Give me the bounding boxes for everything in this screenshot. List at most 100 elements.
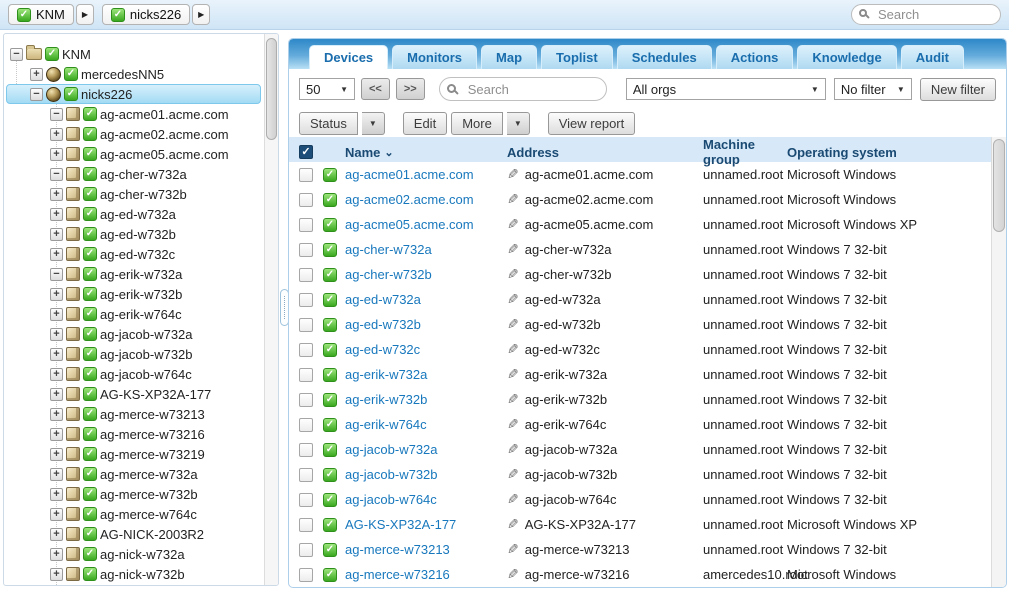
tree-expander-plus[interactable]: + [50, 148, 63, 161]
tab-knowledge[interactable]: Knowledge [797, 45, 896, 69]
status-menu-arrow-icon[interactable]: ▼ [362, 112, 385, 135]
row-checkbox[interactable] [299, 193, 313, 207]
tree-expander-minus[interactable]: − [30, 88, 43, 101]
row-checkbox[interactable] [299, 418, 313, 432]
tab-devices[interactable]: Devices [309, 45, 388, 69]
tree-item-ag-erik-w764c[interactable]: +ag-erik-w764c [4, 304, 263, 324]
row-checkbox[interactable] [299, 243, 313, 257]
edit-pencil-icon[interactable] [507, 541, 519, 558]
edit-pencil-icon[interactable] [507, 391, 519, 408]
tree-expander-plus[interactable]: + [50, 448, 63, 461]
tree-expander-plus[interactable]: + [50, 128, 63, 141]
breadcrumb-nicks226[interactable]: nicks226 [102, 4, 190, 25]
edit-pencil-icon[interactable] [507, 191, 519, 208]
row-checkbox[interactable] [299, 493, 313, 507]
tree-expander-plus[interactable]: + [50, 328, 63, 341]
view-report-button[interactable]: View report [548, 112, 636, 135]
tree-expander-minus[interactable]: − [50, 268, 63, 281]
breadcrumb-knm[interactable]: KNM [8, 4, 74, 25]
tree-expander-plus[interactable]: + [50, 548, 63, 561]
row-checkbox[interactable] [299, 218, 313, 232]
tree-expander-plus[interactable]: + [50, 288, 63, 301]
edit-pencil-icon[interactable] [507, 566, 519, 583]
page-size-select[interactable]: 50 ▼ [299, 78, 355, 100]
tree-item-ag-ed-w732c[interactable]: +ag-ed-w732c [4, 244, 263, 264]
device-name-link[interactable]: ag-ed-w732b [345, 317, 507, 332]
row-checkbox[interactable] [299, 393, 313, 407]
tree-expander-plus[interactable]: + [50, 368, 63, 381]
row-checkbox[interactable] [299, 268, 313, 282]
tree-item-ag-ks-xp32a-177[interactable]: +AG-KS-XP32A-177 [4, 384, 263, 404]
tree-item-ag-merce-w732b[interactable]: +ag-merce-w732b [4, 484, 263, 504]
org-filter-select[interactable]: All orgs ▼ [626, 78, 826, 100]
select-all-checkbox[interactable] [299, 145, 313, 159]
tree-item-ag-jacob-w732b[interactable]: +ag-jacob-w732b [4, 344, 263, 364]
tree-item[interactable]: + [4, 584, 263, 585]
tree-item-ag-merce-w73216[interactable]: +ag-merce-w73216 [4, 424, 263, 444]
tree-expander-plus[interactable]: + [50, 468, 63, 481]
tree-item-ag-nick-w732b[interactable]: +ag-nick-w732b [4, 564, 263, 584]
tree-item-nicks226[interactable]: −nicks226 [4, 84, 263, 104]
tree-item-ag-acme02.acme.com[interactable]: +ag-acme02.acme.com [4, 124, 263, 144]
tab-map[interactable]: Map [481, 45, 537, 69]
device-name-link[interactable]: ag-jacob-w764c [345, 492, 507, 507]
device-name-link[interactable]: ag-cher-w732b [345, 267, 507, 282]
edit-pencil-icon[interactable] [507, 416, 519, 433]
tree-item-knm[interactable]: −KNM [4, 44, 263, 64]
column-header-operating-system[interactable]: Operating system [787, 145, 991, 160]
tree-scrollbar-thumb[interactable] [266, 38, 277, 140]
tree-expander-plus[interactable]: + [50, 188, 63, 201]
device-name-link[interactable]: ag-ed-w732c [345, 342, 507, 357]
previous-page-button[interactable]: << [361, 78, 390, 100]
tree-expander-plus[interactable]: + [50, 348, 63, 361]
tree-expander-plus[interactable]: + [50, 388, 63, 401]
tab-audit[interactable]: Audit [901, 45, 964, 69]
device-name-link[interactable]: ag-jacob-w732b [345, 467, 507, 482]
column-header-address[interactable]: Address [507, 145, 703, 160]
device-name-link[interactable]: AG-KS-XP32A-177 [345, 517, 507, 532]
new-filter-button[interactable]: New filter [920, 78, 996, 101]
tab-schedules[interactable]: Schedules [617, 45, 712, 69]
edit-pencil-icon[interactable] [507, 516, 519, 533]
tree-expander-plus[interactable]: + [50, 528, 63, 541]
breadcrumb-knm-menu-arrow-icon[interactable]: ▶ [76, 4, 94, 25]
tree-expander-plus[interactable]: + [50, 208, 63, 221]
device-name-link[interactable]: ag-merce-w73213 [345, 542, 507, 557]
edit-pencil-icon[interactable] [507, 366, 519, 383]
tree-item-ag-merce-w73219[interactable]: +ag-merce-w73219 [4, 444, 263, 464]
tree-item-mercedesnn5[interactable]: +mercedesNN5 [4, 64, 263, 84]
tree-item-ag-erik-w732a[interactable]: −ag-erik-w732a [4, 264, 263, 284]
edit-pencil-icon[interactable] [507, 216, 519, 233]
device-name-link[interactable]: ag-acme05.acme.com [345, 217, 507, 232]
tree-expander-plus[interactable]: + [30, 68, 43, 81]
global-search-input[interactable] [851, 4, 1001, 25]
tab-monitors[interactable]: Monitors [392, 45, 477, 69]
tree-expander-plus[interactable]: + [50, 488, 63, 501]
edit-pencil-icon[interactable] [507, 316, 519, 333]
tree-item-ag-merce-w764c[interactable]: +ag-merce-w764c [4, 504, 263, 524]
row-checkbox[interactable] [299, 443, 313, 457]
filter-select[interactable]: No filter ▼ [834, 78, 912, 100]
edit-pencil-icon[interactable] [507, 441, 519, 458]
device-name-link[interactable]: ag-ed-w732a [345, 292, 507, 307]
tree-item-ag-cher-w732a[interactable]: −ag-cher-w732a [4, 164, 263, 184]
tree-expander-plus[interactable]: + [50, 408, 63, 421]
tree-expander-plus[interactable]: + [50, 428, 63, 441]
edit-pencil-icon[interactable] [507, 341, 519, 358]
device-name-link[interactable]: ag-acme02.acme.com [345, 192, 507, 207]
row-checkbox[interactable] [299, 293, 313, 307]
row-checkbox[interactable] [299, 468, 313, 482]
tree-item-ag-merce-w732a[interactable]: +ag-merce-w732a [4, 464, 263, 484]
tree-item-ag-acme05.acme.com[interactable]: +ag-acme05.acme.com [4, 144, 263, 164]
edit-pencil-icon[interactable] [507, 266, 519, 283]
device-search-input[interactable] [439, 77, 607, 101]
device-name-link[interactable]: ag-erik-w764c [345, 417, 507, 432]
tree-expander-plus[interactable]: + [50, 228, 63, 241]
device-name-link[interactable]: ag-erik-w732b [345, 392, 507, 407]
edit-pencil-icon[interactable] [507, 166, 519, 183]
row-checkbox[interactable] [299, 168, 313, 182]
tree-item-ag-erik-w732b[interactable]: +ag-erik-w732b [4, 284, 263, 304]
tree-expander-minus[interactable]: − [10, 48, 23, 61]
tree-item-ag-cher-w732b[interactable]: +ag-cher-w732b [4, 184, 263, 204]
edit-button[interactable]: Edit [403, 112, 447, 135]
